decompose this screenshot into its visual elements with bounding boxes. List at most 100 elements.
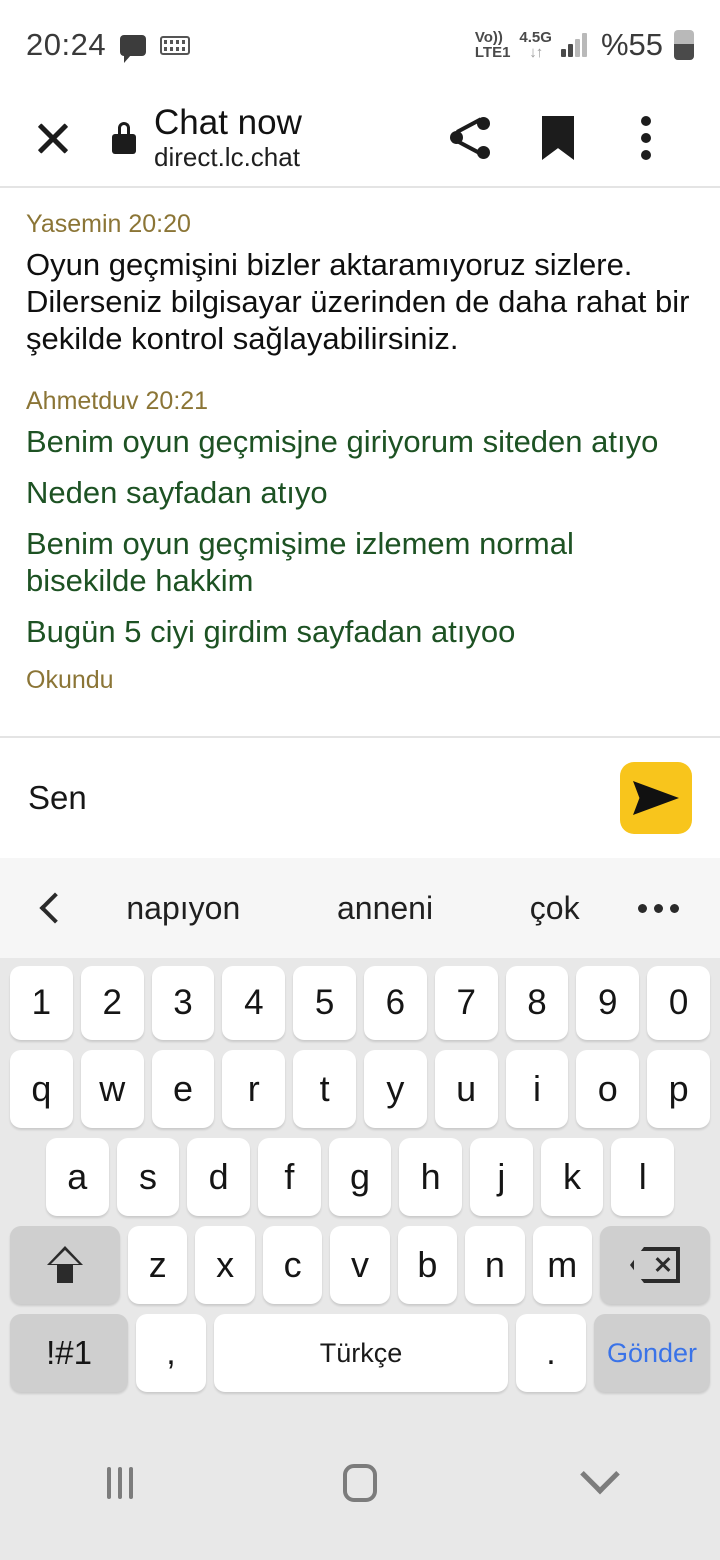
home-button[interactable] [240,1406,480,1560]
key-f[interactable]: f [258,1138,321,1216]
more-button[interactable] [602,103,690,173]
space-key[interactable]: Türkçe [214,1314,508,1392]
hide-keyboard-button[interactable] [480,1406,720,1560]
key-p[interactable]: p [647,1050,710,1128]
message-input[interactable]: Sen [28,779,620,817]
key-4[interactable]: 4 [222,966,286,1040]
read-receipt: Okundu [26,665,114,694]
keyboard-icon [160,35,191,55]
suggestion-back-button[interactable] [32,892,78,924]
keyboard-row-function: !#1 , Türkçe . Gönder [6,1314,714,1392]
close-icon[interactable] [30,115,76,161]
volte-label-bottom: LTE1 [474,44,511,61]
data-arrows-icon: ↓↑ [529,44,543,61]
message-text: Bugün 5 ciyi girdim sayfadan atıyoo [26,614,516,650]
key-9[interactable]: 9 [576,966,640,1040]
key-t[interactable]: t [293,1050,356,1128]
keyboard-row-bottom: z x c v b n m [6,1226,714,1304]
browser-toolbar: Chat now direct.lc.chat [0,90,720,188]
battery-percent: %55 [600,27,663,62]
recents-icon [107,1467,133,1499]
recents-button[interactable] [0,1406,240,1560]
bookmark-button[interactable] [514,103,602,173]
key-m[interactable]: m [532,1226,592,1304]
message-composer: Sen [0,736,720,858]
key-a[interactable]: a [45,1138,109,1216]
suggestion-bar: napıyon anneni çok [0,858,720,958]
key-v[interactable]: v [330,1226,390,1304]
shift-key[interactable] [10,1226,121,1304]
key-g[interactable]: g [328,1138,392,1216]
chevron-down-icon [580,1454,620,1495]
period-key[interactable]: . [516,1314,586,1392]
share-button[interactable] [426,103,514,173]
key-x[interactable]: x [195,1226,255,1304]
key-q[interactable]: q [10,1050,73,1128]
key-h[interactable]: h [399,1138,463,1216]
comma-key[interactable]: , [136,1314,206,1392]
key-y[interactable]: y [364,1050,427,1128]
key-w[interactable]: w [80,1050,144,1128]
battery-icon [674,30,694,60]
page-url[interactable]: direct.lc.chat [154,142,426,173]
key-o[interactable]: o [576,1050,640,1128]
backspace-key[interactable] [599,1226,710,1304]
symbols-key[interactable]: !#1 [10,1314,128,1392]
page-identity[interactable]: Chat now direct.lc.chat [154,103,426,173]
message-meta: Yasemin 20:20 [26,210,191,238]
message-meta: Ahmetduv 20:21 [26,387,209,416]
volte-indicator: Vo)) LTE1 [474,29,511,61]
keyboard-rows: 1 2 3 4 5 6 7 8 9 0 q w e r t y u i o p … [0,958,720,1392]
key-7[interactable]: 7 [434,966,498,1040]
send-button[interactable] [620,762,692,834]
chat-message-list[interactable]: Yasemin 20:20 Oyun geçmişini bizler akta… [0,188,720,736]
key-l[interactable]: l [611,1138,675,1216]
backspace-icon [629,1247,680,1283]
send-key[interactable]: Gönder [594,1314,710,1392]
message-text: Benim oyun geçmisjne giriyorum siteden a… [26,423,659,459]
key-1[interactable]: 1 [10,966,73,1040]
suggestion-word[interactable]: anneni [337,890,433,927]
key-s[interactable]: s [116,1138,180,1216]
key-z[interactable]: z [128,1226,188,1304]
shift-icon [47,1246,84,1284]
network-indicator: 4.5G ↓↑ [519,28,552,61]
message-text: Neden sayfadan atıyo [26,474,328,510]
chevron-left-icon [39,892,71,924]
key-8[interactable]: 8 [505,966,569,1040]
message-icon [120,34,147,63]
suggestion-words: napıyon anneni çok [78,890,628,927]
suggestion-word[interactable]: napıyon [126,890,240,927]
key-6[interactable]: 6 [364,966,427,1040]
key-b[interactable]: b [397,1226,458,1304]
suggestion-more-button[interactable] [628,903,688,913]
key-k[interactable]: k [540,1138,604,1216]
key-c[interactable]: c [262,1226,323,1304]
key-e[interactable]: e [151,1050,215,1128]
phone-screen: 20:24 Vo)) LTE1 4.5G ↓↑ %55 Chat now dir… [0,0,720,1560]
key-u[interactable]: u [434,1050,498,1128]
bookmark-icon [542,116,574,160]
send-icon [633,781,679,815]
key-n[interactable]: n [465,1226,525,1304]
message-text: Benim oyun geçmişime izlemem normal bise… [26,525,574,599]
status-bar: 20:24 Vo)) LTE1 4.5G ↓↑ %55 [0,0,720,90]
key-0[interactable]: 0 [647,966,710,1040]
on-screen-keyboard: napıyon anneni çok 1 2 3 4 5 6 7 8 9 0 q… [0,858,720,1406]
suggestion-word[interactable]: çok [530,890,580,927]
key-3[interactable]: 3 [151,966,215,1040]
signal-bars-icon [560,33,587,57]
key-5[interactable]: 5 [293,966,356,1040]
key-d[interactable]: d [187,1138,250,1216]
key-2[interactable]: 2 [80,966,144,1040]
key-i[interactable]: i [505,1050,569,1128]
lock-icon[interactable] [112,122,136,154]
network-generation: 4.5G [519,28,552,46]
key-r[interactable]: r [222,1050,286,1128]
message-group-user: Ahmetduv 20:21 Benim oyun geçmisjne giri… [26,383,694,696]
keyboard-row-numbers: 1 2 3 4 5 6 7 8 9 0 [6,966,714,1040]
keyboard-row-top: q w e r t y u i o p [6,1050,714,1128]
status-time: 20:24 [26,27,107,62]
key-j[interactable]: j [470,1138,533,1216]
more-vertical-icon [641,116,651,160]
